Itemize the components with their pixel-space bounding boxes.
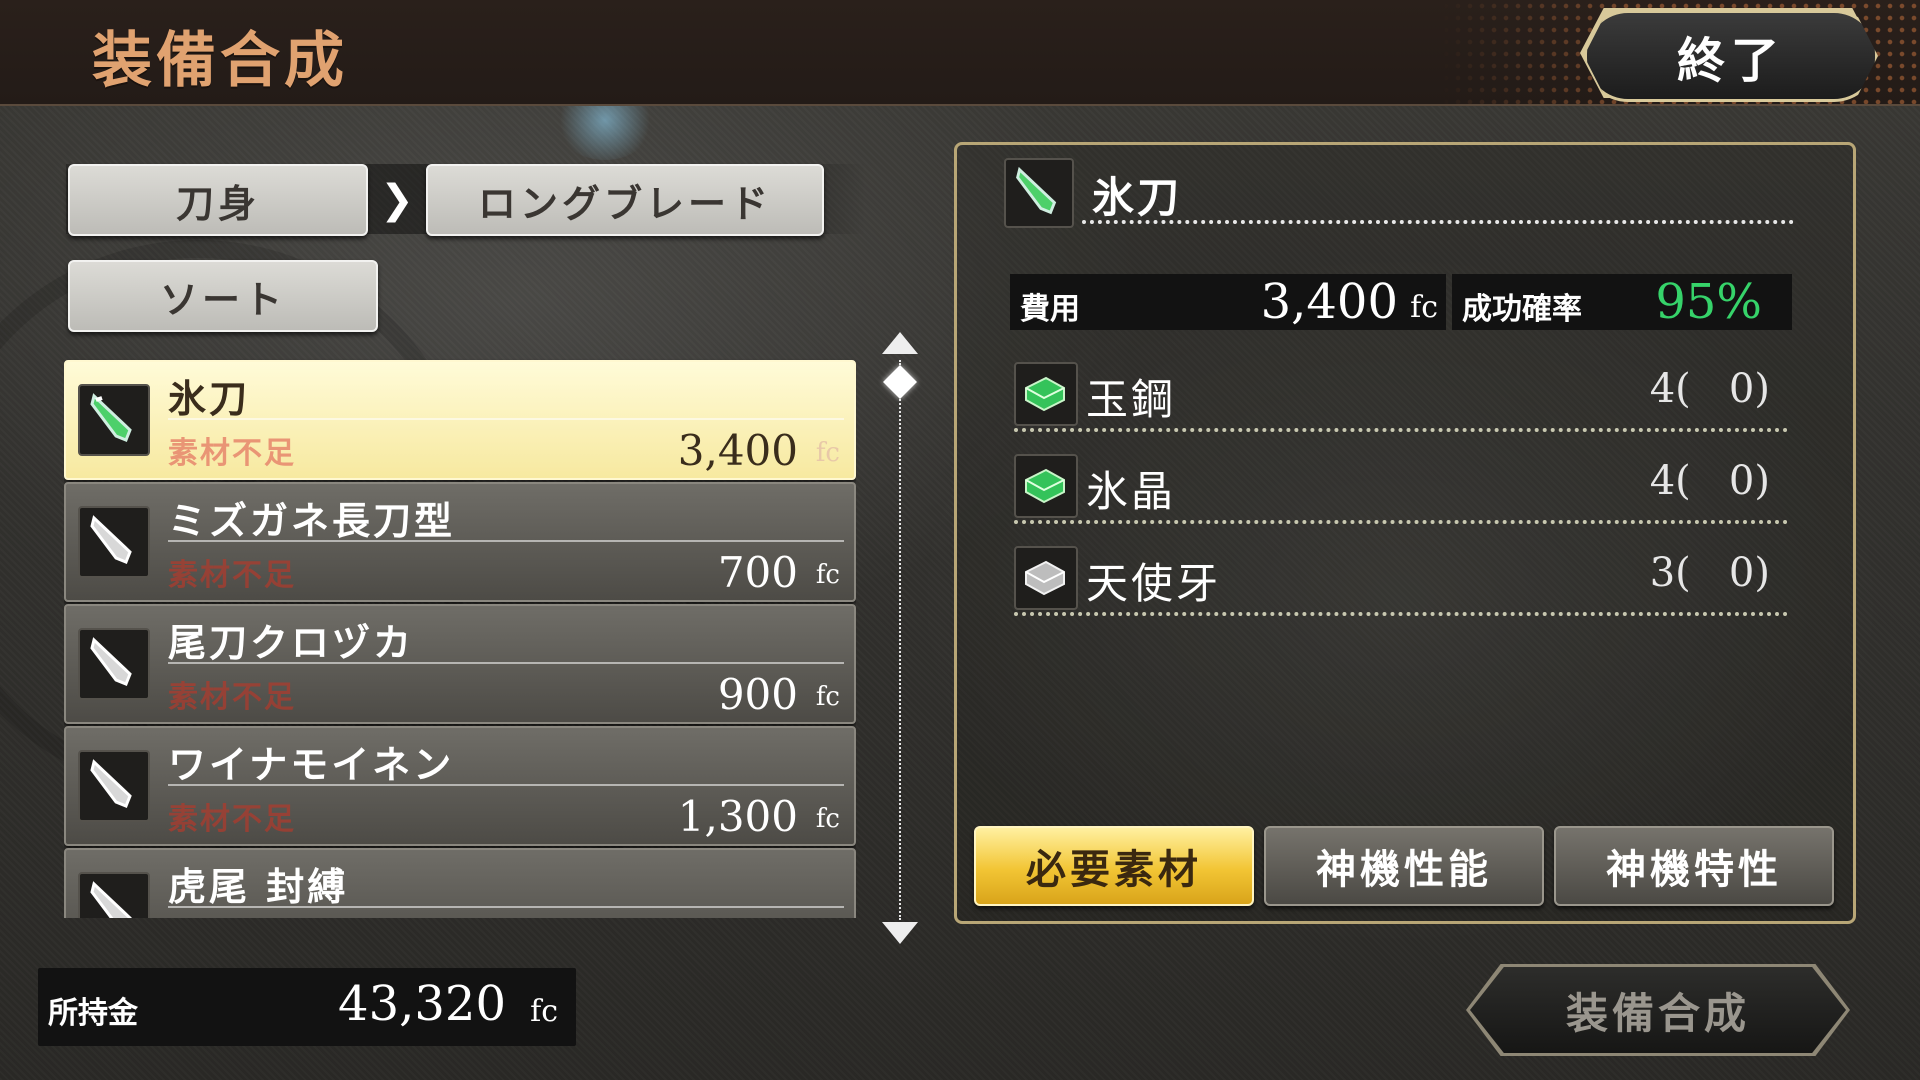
item-price: 900 [717, 670, 798, 719]
blade-icon [78, 628, 150, 700]
wallet-label: 所持金 [48, 996, 138, 1031]
item-name: 氷刀 [168, 377, 251, 421]
recipe-list: 氷刀 素材不足 3,400 fc ミズガネ長刀型 素材不足 700 fc 尾刀ク… [64, 358, 856, 918]
blade-icon [78, 506, 150, 578]
currency-unit: fc [530, 994, 558, 1029]
wallet-value: 43,320 [338, 976, 506, 1032]
tab-traits[interactable]: 神機特性 [1554, 826, 1834, 906]
item-price: 700 [717, 548, 798, 597]
list-item[interactable]: 氷刀 素材不足 3,400 fc [64, 360, 856, 480]
currency-unit: fc [815, 560, 840, 590]
material-row: 玉鋼 4( 0) [1012, 356, 1788, 436]
success-rate-box: 成功確率 95% [1452, 274, 1792, 330]
divider [1082, 220, 1794, 224]
success-rate-label: 成功確率 [1462, 292, 1582, 327]
divider [168, 662, 844, 664]
divider [168, 418, 844, 420]
cost-value: 3,400 [1260, 274, 1398, 330]
material-row: 天使牙 3( 0) [1012, 540, 1788, 620]
divider [168, 784, 844, 786]
item-name: 虎尾 封縛 [168, 865, 349, 909]
wallet-display: 所持金 43,320 fc [38, 968, 576, 1046]
divider [168, 540, 844, 542]
divider [168, 906, 844, 908]
tab-required-materials[interactable]: 必要素材 [974, 826, 1254, 906]
item-name: ミズガネ長刀型 [168, 499, 456, 543]
item-status: 素材不足 [168, 680, 296, 715]
item-status: 素材不足 [168, 436, 296, 471]
page-title: 装備合成 [92, 26, 348, 96]
subcategory-button[interactable]: ロングブレード [426, 164, 824, 236]
blade-icon [1004, 158, 1074, 228]
currency-unit: fc [815, 804, 840, 834]
item-status: 素材不足 [168, 802, 296, 837]
currency-unit: fc [1410, 290, 1438, 325]
scroll-up-arrow-icon[interactable] [882, 332, 918, 354]
list-item[interactable]: ワイナモイネン 素材不足 1,300 fc [64, 726, 856, 846]
material-name: 天使牙 [1086, 559, 1222, 608]
sort-button[interactable]: ソート [68, 260, 378, 332]
material-row: 氷晶 4( 0) [1012, 448, 1788, 528]
divider [1014, 428, 1788, 432]
list-item[interactable]: 虎尾 封縛 [64, 848, 856, 918]
exit-button[interactable]: 終了 [1584, 10, 1878, 102]
item-status: 素材不足 [168, 558, 296, 593]
divider [1014, 520, 1788, 524]
list-item[interactable]: ミズガネ長刀型 素材不足 700 fc [64, 482, 856, 602]
blade-icon [78, 872, 150, 918]
detail-item-name: 氷刀 [1092, 173, 1183, 222]
success-rate-value: 95% [1655, 274, 1762, 330]
item-name: 尾刀クロヅカ [168, 621, 415, 665]
material-quantity: 3( 0) [1649, 550, 1770, 596]
item-name: ワイナモイネン [168, 743, 455, 787]
item-price: 3,400 [677, 426, 798, 475]
blade-icon [78, 750, 150, 822]
currency-unit: fc [815, 438, 840, 468]
silver-crystal-icon [1014, 546, 1078, 610]
material-quantity: 4( 0) [1649, 458, 1770, 504]
synthesize-button[interactable]: 装備合成 [1470, 967, 1846, 1053]
divider [1014, 612, 1788, 616]
material-quantity: 4( 0) [1649, 366, 1770, 412]
green-crystal-icon [1014, 454, 1078, 518]
currency-unit: fc [815, 682, 840, 712]
cost-box: 費用 3,400 fc [1010, 274, 1446, 330]
scrollbar-track[interactable] [899, 360, 903, 920]
category-button[interactable]: 刀身 [68, 164, 368, 236]
green-crystal-icon [1014, 362, 1078, 426]
list-item[interactable]: 尾刀クロヅカ 素材不足 900 fc [64, 604, 856, 724]
tab-performance[interactable]: 神機性能 [1264, 826, 1544, 906]
cost-label: 費用 [1020, 292, 1080, 327]
material-name: 氷晶 [1086, 467, 1177, 516]
blade-icon [78, 384, 150, 456]
chevron-right-icon: ❯ [380, 177, 414, 223]
item-price: 1,300 [677, 792, 798, 841]
scroll-down-arrow-icon[interactable] [882, 922, 918, 944]
material-name: 玉鋼 [1086, 375, 1177, 424]
detail-panel [954, 142, 1856, 924]
